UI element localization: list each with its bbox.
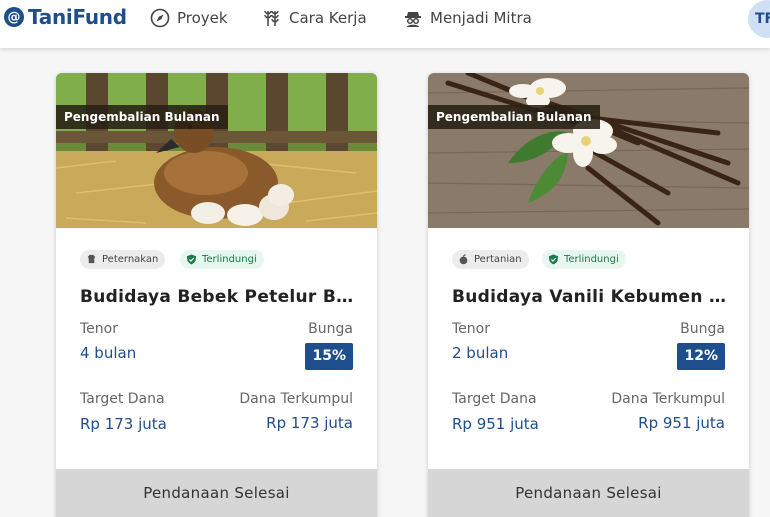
logo-mark-icon: @ [4, 7, 24, 27]
interest-badge: 15% [305, 343, 353, 370]
nav-item-proyek[interactable]: Proyek [150, 6, 228, 30]
target-value: Rp 951 juta [452, 415, 539, 433]
interest-badge: 12% [677, 343, 725, 370]
nav-item-label: Menjadi Mitra [430, 9, 532, 27]
target-label: Target Dana [80, 391, 165, 407]
category-label: Pertanian [474, 254, 522, 265]
ribbon-label: Pengembalian Bulanan [56, 105, 228, 129]
category-tag: Pertanian [452, 250, 529, 269]
category-tag: Peternakan [80, 250, 166, 269]
brand-name: TaniFund [28, 5, 127, 29]
tenor-value: 4 bulan [80, 344, 137, 362]
interest-label: Bunga [680, 321, 725, 337]
tenor-label: Tenor [452, 321, 490, 337]
protected-label: Terlindungi [202, 254, 257, 265]
duck-photo: Pengembalian Bulanan [56, 73, 377, 228]
protected-badge: Terlindungi [180, 250, 264, 269]
wheat-icon [262, 8, 282, 28]
top-navbar: @ TaniFund Proyek Cara Kerja Menjadi Mit… [0, 0, 770, 48]
tenor-label: Tenor [80, 321, 118, 337]
shield-check-icon [186, 254, 197, 265]
collected-label: Dana Terkumpul [611, 391, 725, 407]
nav-item-label: Cara Kerja [289, 9, 367, 27]
partner-icon [403, 8, 423, 28]
project-card[interactable]: Pengembalian Bulanan Peternakan Terlindu… [56, 73, 377, 517]
target-value: Rp 173 juta [80, 415, 167, 433]
vanilla-photo: Pengembalian Bulanan [428, 73, 749, 228]
collected-value: Rp 173 juta [266, 414, 353, 432]
interest-label: Bunga [308, 321, 353, 337]
category-label: Peternakan [102, 254, 159, 265]
plant-icon [459, 254, 468, 265]
project-title[interactable]: Budidaya Bebek Petelur Ban... [80, 287, 358, 307]
brand-logo[interactable]: @ TaniFund [4, 5, 127, 29]
nav-item-cara-kerja[interactable]: Cara Kerja [262, 6, 367, 30]
tenor-value: 2 bulan [452, 344, 509, 362]
protected-badge: Terlindungi [542, 250, 626, 269]
funding-status-button[interactable]: Pendanaan Selesai [56, 469, 377, 517]
collected-value: Rp 951 juta [638, 414, 725, 432]
nav-item-label: Proyek [177, 9, 228, 27]
shield-check-icon [548, 254, 559, 265]
collected-label: Dana Terkumpul [239, 391, 353, 407]
user-avatar[interactable]: TF [748, 0, 770, 38]
ribbon-label: Pengembalian Bulanan [428, 105, 600, 129]
protected-label: Terlindungi [564, 254, 619, 265]
project-title[interactable]: Budidaya Vanili Kebumen - 4 [452, 287, 730, 307]
livestock-icon [87, 254, 96, 264]
compass-icon [150, 8, 170, 28]
target-label: Target Dana [452, 391, 537, 407]
funding-status-button[interactable]: Pendanaan Selesai [428, 469, 749, 517]
nav-item-menjadi-mitra[interactable]: Menjadi Mitra [403, 6, 532, 30]
project-card[interactable]: Pengembalian Bulanan Pertanian Terlindun… [428, 73, 749, 517]
